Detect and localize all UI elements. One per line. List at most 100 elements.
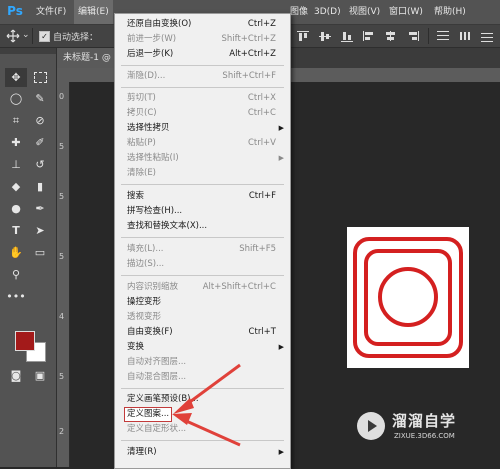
submenu-arrow-icon: ▶ [278,448,284,456]
menu-item-step-backward[interactable]: 后退一步(K) Alt+Ctrl+Z [115,47,290,62]
panel-grip [0,48,56,54]
menu-separator [121,65,284,66]
menu-separator [121,184,284,185]
pen-tool-icon[interactable]: ✒ [29,199,51,218]
menu-item-puppet-warp[interactable]: 操控变形 [115,295,290,310]
quick-select-tool-icon[interactable]: ✎ [29,89,51,108]
distribute-bottom-icon[interactable] [480,30,494,42]
document-tab[interactable]: 未标题-1 @ [57,48,117,68]
pattern-artwork-icon [353,237,463,358]
menu-window[interactable]: 窗口(W) [389,0,423,24]
tools-panel: ✥ ◯ ✎ ⌗ ⊘ ✚ ✐ ⊥ ↺ ◆ ▮ ● ✒ T ➤ ✋ ▭ ⚲ ••• … [0,48,57,467]
distribute-left-icon[interactable] [362,30,376,42]
menu-image[interactable]: 图像 [290,0,308,24]
menu-item-find-replace[interactable]: 查找和替换文本(X)... [115,219,290,234]
auto-select-checkbox[interactable]: ✓ [39,31,50,42]
menu-separator [121,388,284,389]
menu-item-paste[interactable]: 粘贴(P) Ctrl+V [115,136,290,151]
ruler-number: 5 [59,372,65,381]
divider [428,28,429,44]
menu-separator [121,237,284,238]
crop-tool-icon[interactable]: ⌗ [5,111,27,130]
align-middle-icon[interactable] [318,30,332,42]
foreground-color-swatch-front[interactable] [15,331,35,351]
menu-item-undo[interactable]: 还原自由变换(O) Ctrl+Z [115,17,290,32]
menu-item-step-forward[interactable]: 前进一步(W) Shift+Ctrl+Z [115,32,290,47]
zoom-tool-icon[interactable]: ⚲ [5,265,27,284]
brush-tool-icon[interactable]: ✐ [29,133,51,152]
distribute-top-icon[interactable] [436,30,450,42]
photoshop-logo: Ps [7,4,23,18]
menu-item-spell-check[interactable]: 拼写检查(H)... [115,204,290,219]
stamp-tool-icon[interactable]: ⊥ [5,155,27,174]
auto-select-label: 自动选择： [53,33,99,43]
distribute-center-icon[interactable] [384,30,398,42]
text-tool-icon[interactable]: T [5,221,27,240]
menu-item-auto-align-layers[interactable]: 自动对齐图层... [115,355,290,370]
path-select-tool-icon[interactable]: ➤ [29,221,51,240]
watermark-url: ZIXUE.3D66.COM [394,432,455,440]
marquee-tool-icon[interactable] [29,68,51,87]
ruler-number: 0 [59,92,65,101]
watermark-title: 溜溜自学 [392,412,457,430]
menu-item-fill[interactable]: 填充(L)... Shift+F5 [115,242,290,257]
menu-item-search[interactable]: 搜索 Ctrl+F [115,189,290,204]
menu-item-stroke[interactable]: 描边(S)... [115,257,290,272]
menu-item-define-pattern[interactable]: 定义图案... [115,407,290,422]
gradient-tool-icon[interactable]: ▮ [29,177,51,196]
menu-item-purge[interactable]: 清理(R) ▶ [115,445,290,460]
quick-mask-icon[interactable]: ◙ [5,366,27,385]
ruler-number: 2 [59,427,65,436]
lasso-tool-icon[interactable]: ◯ [5,89,27,108]
ruler-number: 5 [59,192,65,201]
menu-item-transform[interactable]: 变换 ▶ [115,340,290,355]
distribute-middle-icon[interactable] [458,30,472,42]
menu-item-auto-blend-layers[interactable]: 自动混合图层... [115,370,290,385]
menu-item-clear[interactable]: 清除(E) [115,166,290,181]
menu-item-content-aware-scale[interactable]: 内容识别缩放 Alt+Shift+Ctrl+C [115,280,290,295]
align-bottom-icon[interactable] [340,30,354,42]
canvas-artwork [347,227,469,368]
menu-edit[interactable]: 编辑(E) [74,0,113,24]
more-tools-icon[interactable]: ••• [5,287,27,306]
move-icon[interactable] [6,29,20,43]
menu-3d[interactable]: 3D(D) [314,0,341,24]
submenu-arrow-icon: ▶ [278,124,284,132]
hand-tool-icon[interactable]: ✋ [5,243,27,262]
menu-item-copy-special[interactable]: 选择性拷贝 ▶ [115,121,290,136]
chevron-down-icon[interactable]: ⌄ [22,30,30,40]
ruler-number: 4 [59,312,65,321]
menu-item-define-custom-shape[interactable]: 定义自定形状... [115,422,290,437]
divider [32,28,33,44]
menu-help[interactable]: 帮助(H) [434,0,466,24]
submenu-arrow-icon: ▶ [278,343,284,351]
menu-separator [121,275,284,276]
ruler-number: 5 [59,142,65,151]
menu-view[interactable]: 视图(V) [349,0,380,24]
menu-separator [121,87,284,88]
menu-separator [121,440,284,441]
menu-item-perspective-warp[interactable]: 透视变形 [115,310,290,325]
menu-item-define-brush-preset[interactable]: 定义画笔预设(B)... [115,392,290,407]
eyedropper-tool-icon[interactable]: ⊘ [29,111,51,130]
menu-item-copy[interactable]: 拷贝(C) Ctrl+C [115,106,290,121]
align-top-icon[interactable] [296,30,310,42]
vertical-ruler: 0 5 5 5 4 5 2 [57,82,70,467]
history-brush-tool-icon[interactable]: ↺ [29,155,51,174]
menu-item-cut[interactable]: 剪切(T) Ctrl+X [115,91,290,106]
move-tool-icon[interactable]: ✥ [5,68,27,87]
screen-mode-icon[interactable]: ▣ [29,366,51,385]
menu-item-fade[interactable]: 渐隐(D)... Shift+Ctrl+F [115,69,290,84]
menu-file[interactable]: 文件(F) [36,0,66,24]
healing-tool-icon[interactable]: ✚ [5,133,27,152]
edit-menu-dropdown: 还原自由变换(O) Ctrl+Z 前进一步(W) Shift+Ctrl+Z 后退一步… [114,13,291,469]
submenu-arrow-icon: ▶ [278,154,284,162]
distribute-right-icon[interactable] [406,30,420,42]
menu-item-free-transform[interactable]: 自由变换(F) Ctrl+T [115,325,290,340]
menu-item-paste-special[interactable]: 选择性粘贴(I) ▶ [115,151,290,166]
eraser-tool-icon[interactable]: ◆ [5,177,27,196]
watermark-logo-icon [357,412,385,440]
shape-tool-icon[interactable]: ▭ [29,243,51,262]
ruler-number: 5 [59,252,65,261]
dodge-tool-icon[interactable]: ● [5,199,27,218]
